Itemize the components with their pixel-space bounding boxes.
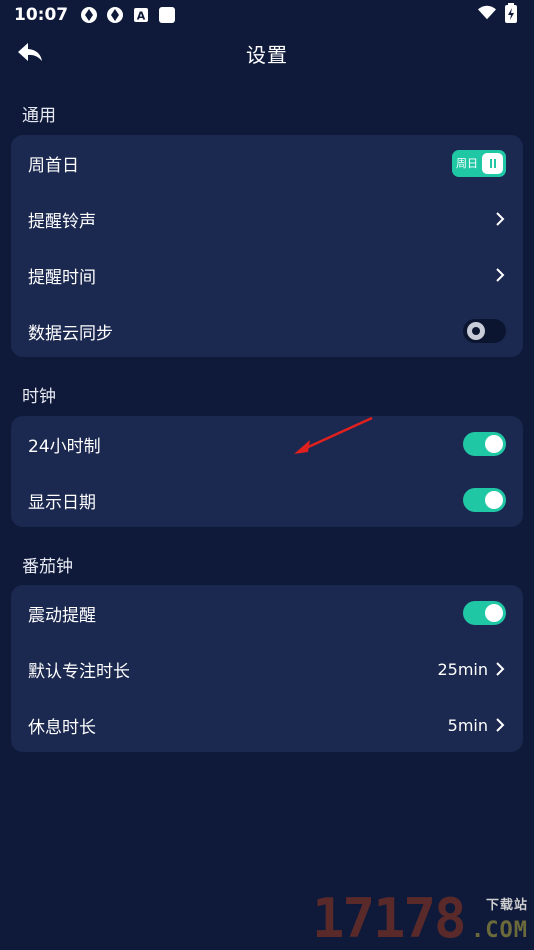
section-title-clock: 时钟 [22,387,56,407]
aperture-icon [80,6,98,24]
pause-icon [482,152,503,174]
setting-row-break-duration[interactable]: 休息时长 5min [11,697,523,753]
a-badge-icon: A [132,6,150,24]
aperture-icon [106,6,124,24]
watermark-logo: 17178 下载站 .COM [312,888,534,950]
24-hour-toggle[interactable] [463,432,506,456]
show-date-toggle[interactable] [463,488,506,512]
setting-row-24-hour: 24小时制 [11,416,523,472]
page-title: 设置 [246,42,288,67]
app-header: 设置 [0,30,534,76]
watermark-domain: .COM [471,918,528,943]
back-arrow-icon [18,43,42,61]
chevron-right-icon [496,718,505,732]
setting-label: 提醒时间 [28,267,96,288]
status-bar: 10:07 A [0,0,534,30]
cloud-sync-toggle[interactable] [463,319,506,343]
setting-label: 显示日期 [28,492,96,513]
week-start-toggle[interactable]: 周日 [452,149,506,177]
back-button[interactable] [14,38,46,68]
setting-row-show-date: 显示日期 [11,472,523,528]
setting-label: 提醒铃声 [28,211,96,232]
setting-label: 默认专注时长 [28,661,130,682]
watermark-tag: 下载站 [485,898,528,913]
annotation-arrow-icon [294,416,373,454]
setting-row-vibrate: 震动提醒 [11,585,523,641]
setting-label: 震动提醒 [28,605,96,626]
setting-label: 周首日 [28,155,79,176]
setting-row-cloud-sync: 数据云同步 [11,303,523,359]
watermark-digits: 17178 [312,887,467,950]
svg-text:A: A [137,10,146,23]
battery-charging-icon [502,3,520,23]
status-time: 10:07 [14,5,69,25]
clock-settings-card: 24小时制 显示日期 [11,416,523,527]
chevron-right-icon [496,268,505,282]
focus-duration-value: 25min [437,659,488,679]
week-toggle-text: 周日 [456,157,478,170]
setting-row-reminder-time[interactable]: 提醒时间 [11,247,523,303]
setting-row-reminder-sound[interactable]: 提醒铃声 [11,191,523,247]
setting-row-focus-duration[interactable]: 默认专注时长 25min [11,641,523,697]
setting-label: 数据云同步 [28,323,113,344]
general-settings-card: 周首日 周日 提醒铃声 提醒时间 数据云同步 [11,135,523,357]
setting-label: 24小时制 [28,436,101,457]
setting-label: 休息时长 [28,717,96,738]
wifi-icon [478,4,496,22]
section-title-pomodoro: 番茄钟 [22,557,73,577]
break-duration-value: 5min [447,715,488,735]
section-title-general: 通用 [22,106,56,126]
chevron-right-icon [496,662,505,676]
pomodoro-settings-card: 震动提醒 默认专注时长 25min 休息时长 5min [11,585,523,752]
setting-row-week-start[interactable]: 周首日 周日 [11,135,523,191]
chevron-right-icon [496,212,505,226]
vibrate-toggle[interactable] [463,601,506,625]
square-icon [158,6,176,24]
